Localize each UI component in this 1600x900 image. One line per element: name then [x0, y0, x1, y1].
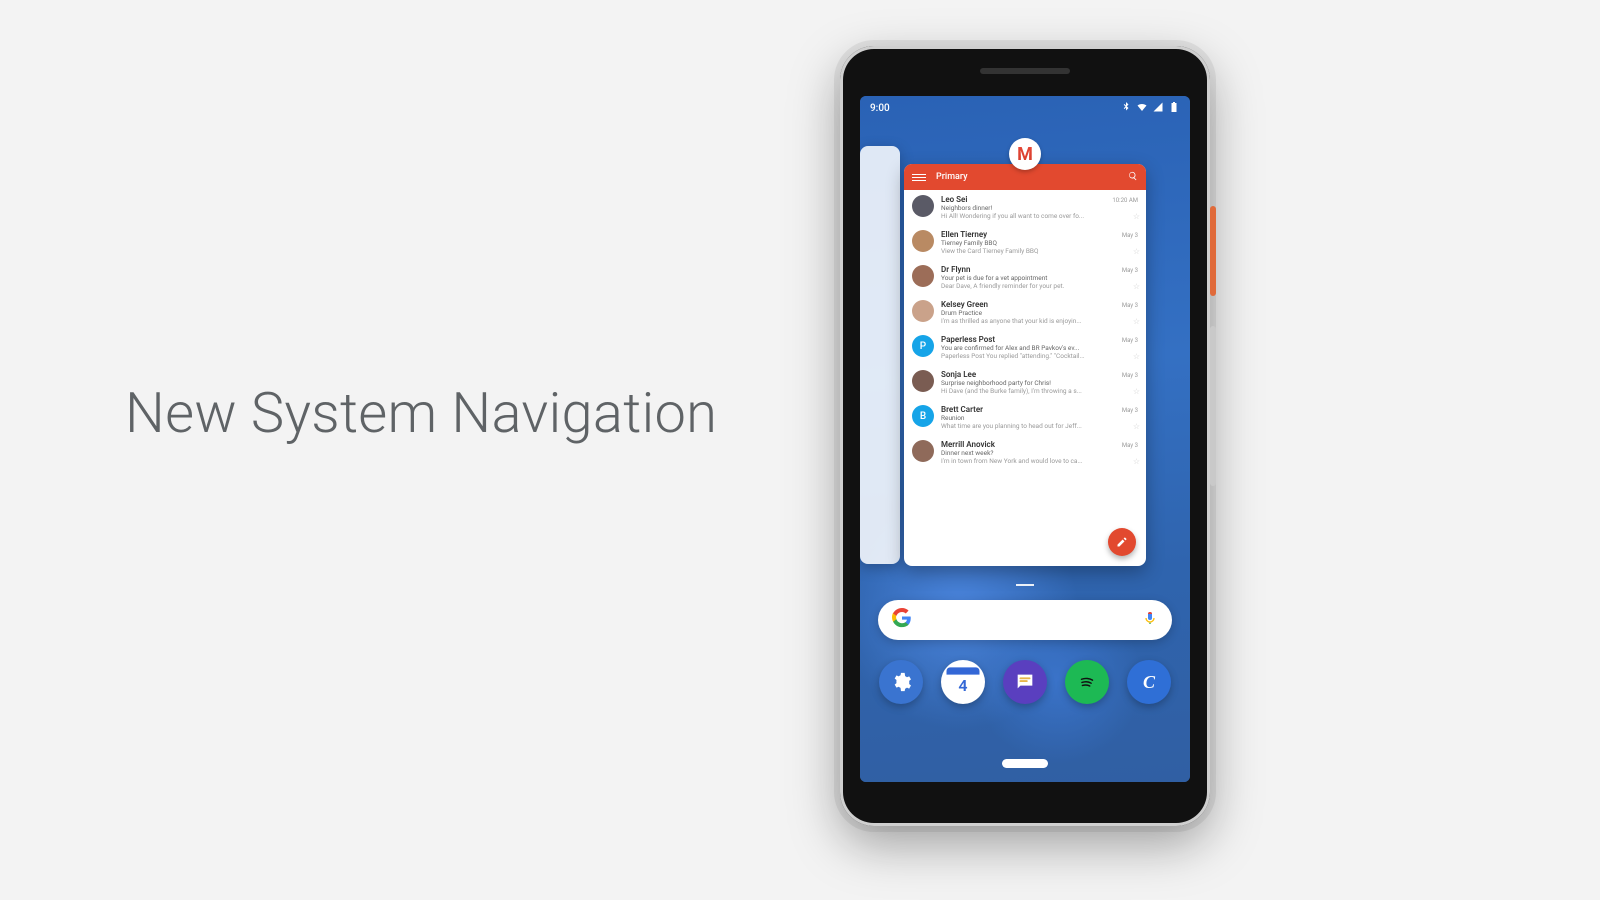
mail-row[interactable]: Merrill Anovick May 3Dinner next week?I'm… — [904, 435, 1146, 470]
mail-row[interactable]: Kelsey Green May 3Drum PracticeI'm as thr… — [904, 295, 1146, 330]
avatar — [912, 230, 934, 252]
status-bar: 9:00 — [860, 96, 1190, 120]
star-icon[interactable]: ☆ — [1133, 422, 1140, 431]
mail-row[interactable]: Sonja Lee May 3Surprise neighborhood part… — [904, 365, 1146, 400]
mail-time: May 3 — [1122, 442, 1138, 449]
avatar — [912, 265, 934, 287]
mail-preview: Hi All! Wondering if you all want to com… — [941, 212, 1138, 220]
power-button[interactable] — [1210, 206, 1216, 296]
star-icon[interactable]: ☆ — [1133, 212, 1140, 221]
mail-subject: Tierney Family BBQ — [941, 239, 1138, 247]
signal-icon — [1152, 101, 1164, 116]
google-g-icon — [892, 608, 912, 633]
mail-list: Leo Sei 10:20 AMNeighbors dinner!Hi All! … — [904, 190, 1146, 566]
mail-subject: Surprise neighborhood party for Chris! — [941, 379, 1138, 387]
star-icon[interactable]: ☆ — [1133, 457, 1140, 466]
mail-row[interactable]: Leo Sei 10:20 AMNeighbors dinner!Hi All! … — [904, 190, 1146, 225]
mail-subject: Dinner next week? — [941, 449, 1138, 457]
star-icon[interactable]: ☆ — [1133, 387, 1140, 396]
hamburger-icon[interactable] — [912, 174, 926, 181]
mail-row[interactable]: Dr Flynn May 3Your pet is due for a vet a… — [904, 260, 1146, 295]
mail-time: May 3 — [1122, 407, 1138, 414]
chat-bubble-icon — [1014, 671, 1036, 693]
star-icon[interactable]: ☆ — [1133, 317, 1140, 326]
wifi-icon — [1136, 101, 1148, 116]
search-icon[interactable] — [1128, 171, 1138, 184]
star-icon[interactable]: ☆ — [1133, 282, 1140, 291]
pencil-icon — [1116, 536, 1128, 548]
spotify-icon — [1076, 671, 1098, 693]
mail-row[interactable]: Ellen Tierney May 3Tierney Family BBQView… — [904, 225, 1146, 260]
avatar — [912, 300, 934, 322]
bluetooth-icon — [1120, 101, 1132, 116]
avatar: B — [912, 405, 934, 427]
recents-card-previous[interactable] — [860, 146, 900, 564]
slide-headline: New System Navigation — [125, 380, 717, 446]
overview-handle-icon[interactable] — [1016, 584, 1034, 586]
settings-app-icon[interactable] — [879, 660, 923, 704]
star-icon[interactable]: ☆ — [1133, 352, 1140, 361]
mail-sender: Ellen Tierney — [941, 230, 987, 239]
app-c-label: C — [1143, 672, 1155, 693]
mail-time: 10:20 AM — [1112, 197, 1138, 204]
home-pill[interactable] — [1002, 759, 1048, 768]
gmail-app-icon[interactable]: M — [1009, 138, 1041, 170]
mail-subject: Your pet is due for a vet appointment — [941, 274, 1138, 282]
battery-icon — [1168, 101, 1180, 116]
mail-sender: Sonja Lee — [941, 370, 976, 379]
mail-time: May 3 — [1122, 267, 1138, 274]
compose-fab[interactable] — [1108, 528, 1136, 556]
phone-screen: 9:00 M Primary Leo Sei 10:20 AMNeighbors … — [860, 96, 1190, 782]
status-time: 9:00 — [870, 103, 890, 114]
google-search-bar[interactable] — [878, 600, 1172, 640]
avatar — [912, 370, 934, 392]
mail-preview: I'm in town from New York and would love… — [941, 457, 1138, 465]
mail-time: May 3 — [1122, 232, 1138, 239]
mail-preview: I'm as thrilled as anyone that your kid … — [941, 317, 1138, 325]
mail-subject: Neighbors dinner! — [941, 204, 1138, 212]
mail-preview: View the Card Tierney Family BBQ — [941, 247, 1138, 255]
mail-sender: Dr Flynn — [941, 265, 970, 274]
avatar — [912, 195, 934, 217]
mail-row[interactable]: B Brett Carter May 3ReunionWhat time are y… — [904, 400, 1146, 435]
mail-time: May 3 — [1122, 302, 1138, 309]
avatar — [912, 440, 934, 462]
mail-preview: Hi Dave (and the Burke family), I'm thro… — [941, 387, 1138, 395]
mail-time: May 3 — [1122, 372, 1138, 379]
mail-sender: Paperless Post — [941, 335, 995, 344]
spotify-app-icon[interactable] — [1065, 660, 1109, 704]
phone-frame: 9:00 M Primary Leo Sei 10:20 AMNeighbors … — [840, 46, 1210, 826]
star-icon[interactable]: ☆ — [1133, 247, 1140, 256]
mail-subject: Reunion — [941, 414, 1138, 422]
mail-preview: Dear Dave, A friendly reminder for your … — [941, 282, 1138, 290]
mail-subject: Drum Practice — [941, 309, 1138, 317]
mail-sender: Brett Carter — [941, 405, 983, 414]
calendar-day-label: 4 — [958, 676, 967, 695]
volume-button[interactable] — [1210, 326, 1216, 486]
mail-sender: Merrill Anovick — [941, 440, 995, 449]
favorites-row: 4 C — [860, 660, 1190, 704]
mail-sender: Leo Sei — [941, 195, 967, 204]
mail-sender: Kelsey Green — [941, 300, 988, 309]
avatar: P — [912, 335, 934, 357]
app-c-icon[interactable]: C — [1127, 660, 1171, 704]
mail-preview: What time are you planning to head out f… — [941, 422, 1138, 430]
mail-time: May 3 — [1122, 337, 1138, 344]
calendar-app-icon[interactable]: 4 — [941, 660, 985, 704]
mail-preview: Paperless Post You replied "attending." … — [941, 352, 1138, 360]
gear-icon — [890, 671, 912, 693]
mail-subject: You are confirmed for Alex and BR Pavkov… — [941, 344, 1138, 352]
messages-app-icon[interactable] — [1003, 660, 1047, 704]
mic-icon[interactable] — [1142, 610, 1158, 630]
mail-row[interactable]: P Paperless Post May 3You are confirmed fo… — [904, 330, 1146, 365]
recents-card-gmail[interactable]: Primary Leo Sei 10:20 AMNeighbors dinner!… — [904, 164, 1146, 566]
gmail-tab-label: Primary — [936, 172, 1128, 182]
